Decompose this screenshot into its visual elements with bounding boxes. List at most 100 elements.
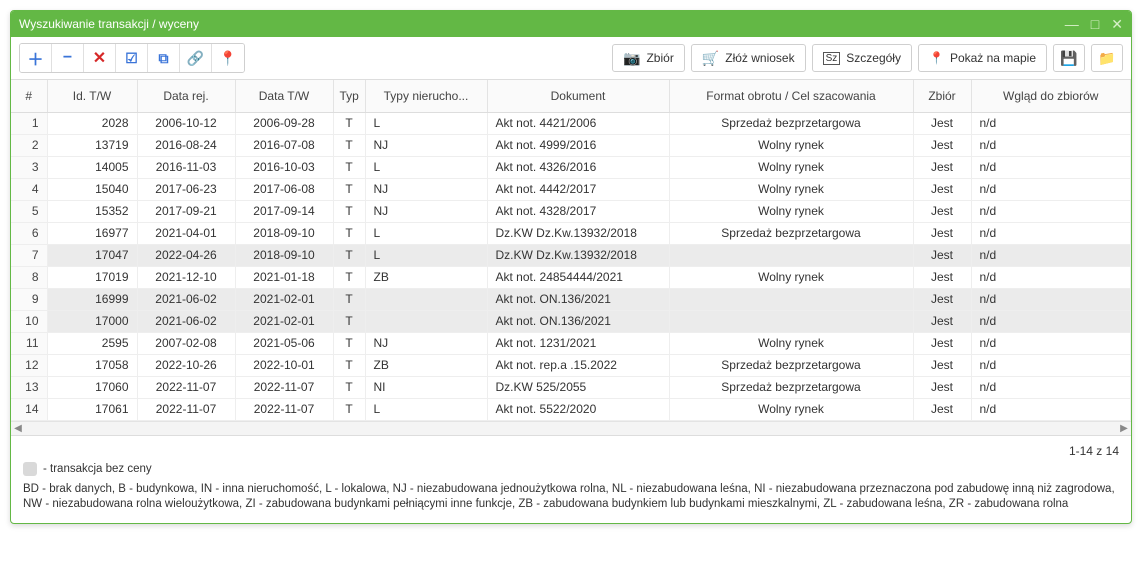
table-row[interactable]: 9169992021-06-022021-02-01TAkt not. ON.1… xyxy=(11,288,1131,310)
cell-tw: 2018-09-10 xyxy=(235,222,333,244)
cell-zbior: Jest xyxy=(913,178,971,200)
table-row[interactable]: 1125952007-02-082021-05-06TNJAkt not. 12… xyxy=(11,332,1131,354)
marker-button[interactable]: 📍 xyxy=(212,44,244,72)
table-row[interactable]: 4150402017-06-232017-06-08TNJAkt not. 44… xyxy=(11,178,1131,200)
cell-typy xyxy=(365,288,487,310)
cell-typy: L xyxy=(365,398,487,420)
table-row[interactable]: 7170472022-04-262018-09-10TLDz.KW Dz.Kw.… xyxy=(11,244,1131,266)
col-id-header[interactable]: Id. T/W xyxy=(47,80,137,112)
cell-num: 4 xyxy=(11,178,47,200)
horizontal-scrollbar[interactable]: ◀ ▶ xyxy=(11,421,1131,435)
cell-id: 16999 xyxy=(47,288,137,310)
cell-tw: 2016-07-08 xyxy=(235,134,333,156)
folder-button[interactable]: 📁 xyxy=(1091,44,1123,72)
col-typy-header[interactable]: Typy nierucho... xyxy=(365,80,487,112)
results-table: # Id. T/W Data rej. Data T/W Typ Typy ni… xyxy=(11,80,1131,421)
cell-rej: 2017-06-23 xyxy=(137,178,235,200)
table-row[interactable]: 14170612022-11-072022-11-07TLAkt not. 55… xyxy=(11,398,1131,420)
col-data-rej-header[interactable]: Data rej. xyxy=(137,80,235,112)
zloz-wniosek-button[interactable]: 🛒 Złóż wniosek xyxy=(691,44,806,72)
close-icon[interactable]: ✕ xyxy=(1111,16,1123,33)
minimize-icon[interactable]: — xyxy=(1065,16,1079,32)
cell-format: Sprzedaż bezprzetargowa xyxy=(669,222,913,244)
cell-num: 13 xyxy=(11,376,47,398)
table-row[interactable]: 5153522017-09-212017-09-14TNJAkt not. 43… xyxy=(11,200,1131,222)
mapa-button[interactable]: 📍 Pokaż na mapie xyxy=(918,44,1047,72)
cell-typy: NI xyxy=(365,376,487,398)
cell-typ: T xyxy=(333,156,365,178)
cell-wglad: n/d xyxy=(971,354,1131,376)
record-counter: 1-14 z 14 xyxy=(11,436,1131,460)
cell-zbior: Jest xyxy=(913,332,971,354)
titlebar: Wyszukiwanie transakcji / wyceny — □ ✕ xyxy=(11,11,1131,37)
cell-rej: 2021-06-02 xyxy=(137,310,235,332)
check-button[interactable]: ☑ xyxy=(116,44,148,72)
col-typ-header[interactable]: Typ xyxy=(333,80,365,112)
cell-typy: L xyxy=(365,112,487,134)
cell-dokument: Akt not. 24854444/2021 xyxy=(487,266,669,288)
window: Wyszukiwanie transakcji / wyceny — □ ✕ ＋… xyxy=(10,10,1132,524)
cell-format xyxy=(669,244,913,266)
delete-button[interactable]: ✕ xyxy=(84,44,116,72)
scroll-left-icon[interactable]: ◀ xyxy=(11,422,25,436)
cell-num: 3 xyxy=(11,156,47,178)
table-row[interactable]: 13170602022-11-072022-11-07TNIDz.KW 525/… xyxy=(11,376,1131,398)
cell-typ: T xyxy=(333,178,365,200)
szczegoly-button[interactable]: Sz Szczegóły xyxy=(812,44,912,72)
cell-num: 2 xyxy=(11,134,47,156)
cell-typy: NJ xyxy=(365,178,487,200)
cell-tw: 2022-11-07 xyxy=(235,398,333,420)
remove-button[interactable]: − xyxy=(52,44,84,72)
col-data-tw-header[interactable]: Data T/W xyxy=(235,80,333,112)
cell-rej: 2021-06-02 xyxy=(137,288,235,310)
cell-dokument: Akt not. ON.136/2021 xyxy=(487,310,669,332)
cell-typy xyxy=(365,310,487,332)
camera-icon: 📷 xyxy=(623,50,640,67)
cell-tw: 2006-09-28 xyxy=(235,112,333,134)
save-button[interactable]: 💾 xyxy=(1053,44,1085,72)
copy-button[interactable]: ⧉ xyxy=(148,44,180,72)
scroll-right-icon[interactable]: ▶ xyxy=(1117,422,1131,436)
cell-typ: T xyxy=(333,134,365,156)
table-row[interactable]: 12170582022-10-262022-10-01TZBAkt not. r… xyxy=(11,354,1131,376)
table-row[interactable]: 10170002021-06-022021-02-01TAkt not. ON.… xyxy=(11,310,1131,332)
col-zbior-header[interactable]: Zbiór xyxy=(913,80,971,112)
cell-zbior: Jest xyxy=(913,310,971,332)
cell-tw: 2022-10-01 xyxy=(235,354,333,376)
maximize-icon[interactable]: □ xyxy=(1091,16,1099,32)
cell-num: 9 xyxy=(11,288,47,310)
cell-dokument: Dz.KW 525/2055 xyxy=(487,376,669,398)
col-dokument-header[interactable]: Dokument xyxy=(487,80,669,112)
cell-wglad: n/d xyxy=(971,200,1131,222)
cell-dokument: Dz.KW Dz.Kw.13932/2018 xyxy=(487,244,669,266)
table-row[interactable]: 8170192021-12-102021-01-18TZBAkt not. 24… xyxy=(11,266,1131,288)
table-row[interactable]: 2137192016-08-242016-07-08TNJAkt not. 49… xyxy=(11,134,1131,156)
col-num-header[interactable]: # xyxy=(11,80,47,112)
legend-noprice-text: - transakcja bez ceny xyxy=(43,463,152,475)
col-format-header[interactable]: Format obrotu / Cel szacowania xyxy=(669,80,913,112)
cell-format: Wolny rynek xyxy=(669,156,913,178)
cell-wglad: n/d xyxy=(971,266,1131,288)
cell-dokument: Akt not. 1231/2021 xyxy=(487,332,669,354)
cell-zbior: Jest xyxy=(913,398,971,420)
cell-id: 2595 xyxy=(47,332,137,354)
table-row[interactable]: 120282006-10-122006-09-28TLAkt not. 4421… xyxy=(11,112,1131,134)
cell-num: 7 xyxy=(11,244,47,266)
col-wglad-header[interactable]: Wgląd do zbiorów xyxy=(971,80,1131,112)
table-row[interactable]: 3140052016-11-032016-10-03TLAkt not. 432… xyxy=(11,156,1131,178)
zbior-button[interactable]: 📷 Zbiór xyxy=(612,44,685,72)
link-button[interactable]: 🔗 xyxy=(180,44,212,72)
cell-zbior: Jest xyxy=(913,112,971,134)
cell-num: 11 xyxy=(11,332,47,354)
add-button[interactable]: ＋ xyxy=(20,44,52,72)
cell-format: Wolny rynek xyxy=(669,178,913,200)
cell-wglad: n/d xyxy=(971,310,1131,332)
cell-dokument: Akt not. 4999/2016 xyxy=(487,134,669,156)
table-row[interactable]: 6169772021-04-012018-09-10TLDz.KW Dz.Kw.… xyxy=(11,222,1131,244)
cell-typy: ZB xyxy=(365,266,487,288)
cell-typ: T xyxy=(333,112,365,134)
toolbar-left-buttons: ＋ − ✕ ☑ ⧉ 🔗 📍 xyxy=(19,43,245,73)
header-row: # Id. T/W Data rej. Data T/W Typ Typy ni… xyxy=(11,80,1131,112)
cell-wglad: n/d xyxy=(971,134,1131,156)
legend-noprice: - transakcja bez ceny xyxy=(23,462,1119,476)
